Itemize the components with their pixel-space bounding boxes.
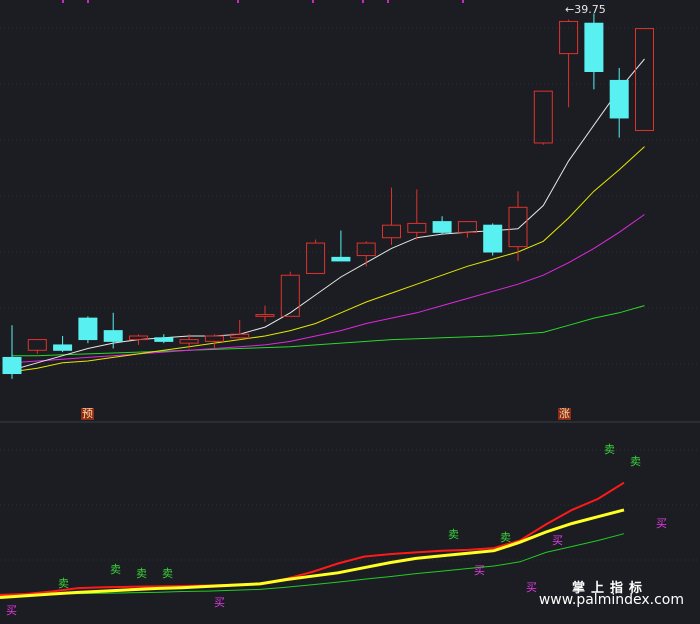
sell-signal: 卖 [110, 563, 121, 577]
candle-up [533, 90, 553, 144]
sell-signal: 卖 [500, 530, 511, 544]
top-marker-dot [87, 0, 89, 3]
kline-chart-window[interactable]: ←39.75 预 涨 卖卖卖卖卖卖卖卖买买买买买买 掌上指标 www.palmi… [0, 0, 700, 624]
sell-signal: 卖 [448, 528, 459, 542]
top-marker-dot [362, 0, 364, 3]
forecast-tag: 预 [81, 407, 94, 420]
buy-signal: 买 [656, 517, 667, 531]
candle-up [635, 28, 654, 131]
top-marker-dot [312, 0, 314, 3]
candle-up [306, 242, 326, 274]
candle-down [483, 224, 503, 253]
buy-signal: 买 [552, 534, 563, 548]
top-marker-dot [237, 0, 239, 3]
buy-signal: 买 [526, 581, 537, 595]
candle-down [154, 337, 174, 342]
candle-down [609, 79, 629, 119]
rise-tag: 涨 [558, 407, 571, 420]
candle-down [53, 344, 73, 351]
buy-signal: 买 [474, 564, 485, 578]
top-marker-dot [387, 0, 389, 3]
candle-down [2, 356, 22, 375]
sell-signal: 卖 [604, 442, 615, 456]
buy-signal: 买 [6, 604, 17, 618]
chart-canvas[interactable] [0, 0, 700, 624]
candle-up [255, 314, 275, 317]
top-marker-dot [462, 0, 464, 3]
sell-signal: 卖 [630, 455, 641, 469]
candle-up [457, 221, 477, 233]
peak-price-label: ←39.75 [565, 3, 606, 16]
candle-up [27, 339, 47, 351]
candle-down [103, 330, 123, 342]
candle-down [78, 317, 98, 341]
candle-up [280, 274, 300, 317]
buy-signal: 买 [214, 596, 225, 610]
sell-signal: 卖 [58, 576, 69, 590]
watermark-site: www.palmindex.com [538, 592, 684, 608]
ma5-line [11, 58, 645, 371]
candle-up [407, 222, 427, 233]
candle-up [356, 242, 376, 257]
candle-up [179, 339, 199, 344]
candle-up [204, 335, 224, 342]
candle-down [331, 256, 351, 262]
candle-up [382, 224, 401, 239]
candle-up [559, 20, 579, 55]
top-marker-dot [62, 0, 64, 3]
sell-signal: 卖 [136, 566, 147, 580]
candle-down [584, 22, 604, 72]
sell-signal: 卖 [162, 566, 173, 580]
candle-up [508, 206, 528, 248]
candle-down [432, 221, 452, 233]
